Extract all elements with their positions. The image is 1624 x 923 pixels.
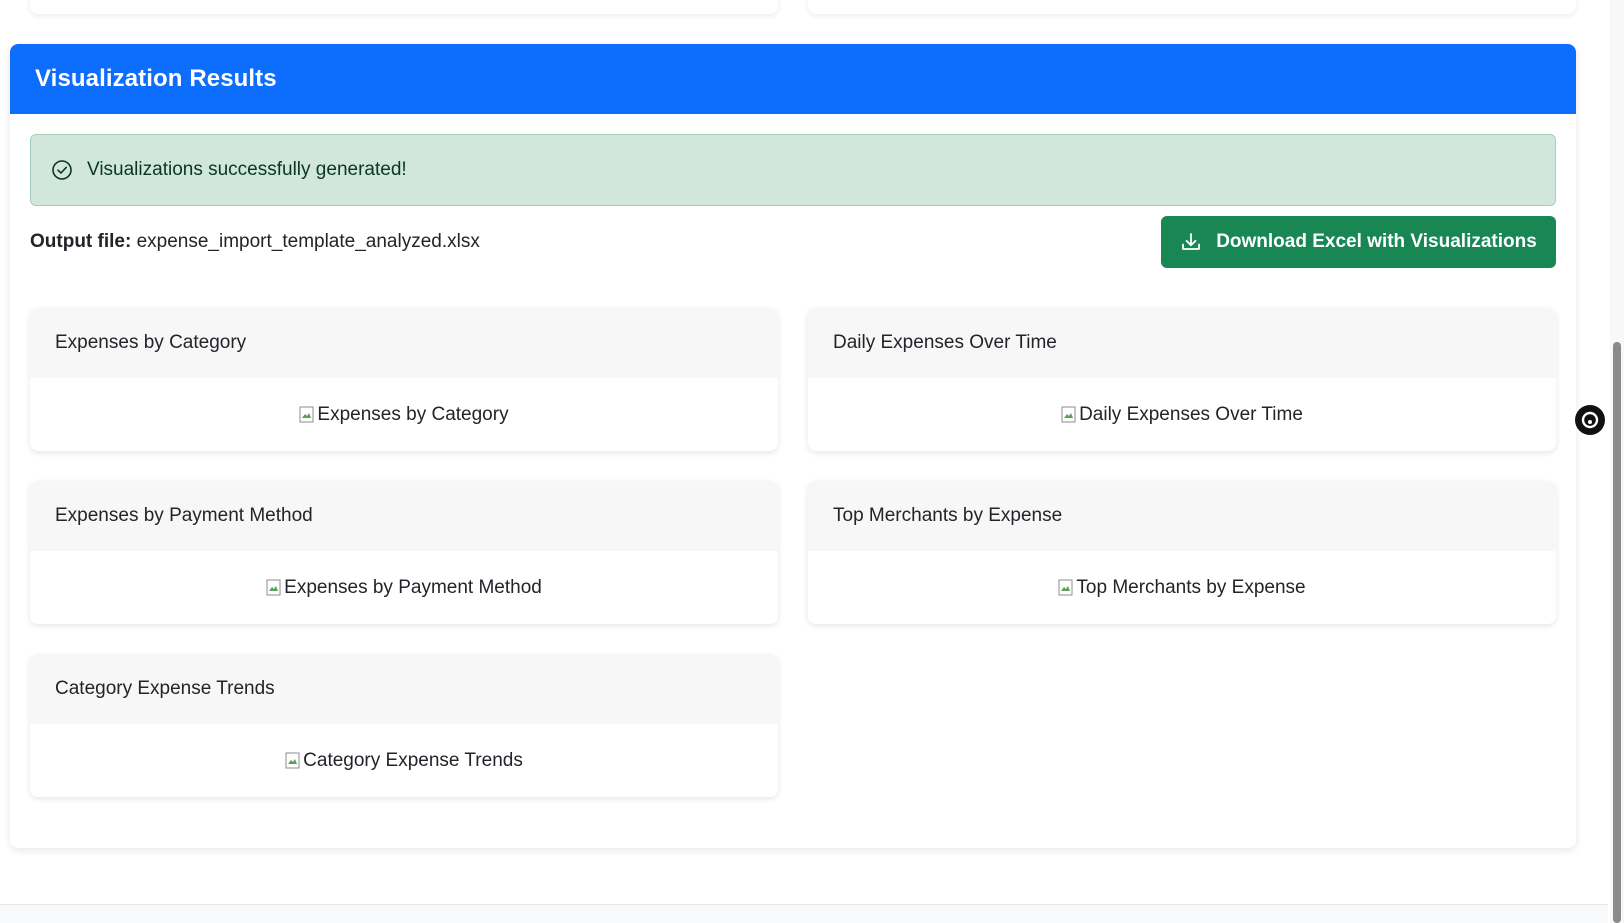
visualization-results-card: Visualization Results Visualizations suc… — [10, 44, 1576, 848]
results-body: Visualizations successfully generated! O… — [10, 114, 1576, 817]
viz-card-title: Daily Expenses Over Time — [808, 308, 1556, 378]
broken-image-icon — [1058, 579, 1074, 597]
viz-card-payment-method: Expenses by Payment Method Expenses by P… — [30, 481, 778, 624]
results-title: Visualization Results — [35, 65, 277, 92]
broken-image-icon — [266, 579, 282, 597]
results-header: Visualization Results — [10, 44, 1576, 114]
output-file-name: expense_import_template_analyzed.xlsx — [136, 231, 480, 252]
viz-card-title: Category Expense Trends — [30, 654, 778, 724]
chart-image-alt: Category Expense Trends — [303, 749, 523, 771]
chart-image-alt: Expenses by Payment Method — [284, 576, 542, 598]
chart-image-alt: Expenses by Category — [317, 403, 509, 425]
viz-card-daily-expenses: Daily Expenses Over Time Daily Expenses … — [808, 308, 1556, 451]
viz-card-body: Expenses by Category — [30, 378, 778, 451]
visualization-grid: Expenses by Category Expenses by Categor… — [30, 308, 1556, 797]
viz-card-body: Category Expense Trends — [30, 724, 778, 797]
viz-card-title: Top Merchants by Expense — [808, 481, 1556, 551]
download-icon — [1180, 231, 1202, 253]
output-file-label: Output file: — [30, 231, 132, 252]
chart-image-alt: Top Merchants by Expense — [1076, 576, 1306, 598]
viz-card-expenses-by-category: Expenses by Category Expenses by Categor… — [30, 308, 778, 451]
output-file-row: Output file: expense_import_template_ana… — [30, 206, 1556, 278]
broken-image-icon — [1061, 406, 1077, 424]
viz-card-body: Top Merchants by Expense — [808, 551, 1556, 624]
success-alert-text: Visualizations successfully generated! — [87, 159, 407, 180]
chart-image: Daily Expenses Over Time — [1061, 404, 1303, 426]
page: Visualization Results Visualizations suc… — [0, 0, 1624, 923]
viz-card-body: Daily Expenses Over Time — [808, 378, 1556, 451]
chart-image: Category Expense Trends — [285, 750, 523, 772]
broken-image-icon — [299, 406, 315, 424]
previous-card-left — [30, 0, 778, 14]
chart-image: Expenses by Category — [299, 403, 509, 426]
page-footer — [0, 904, 1608, 923]
download-excel-button[interactable]: Download Excel with Visualizations — [1161, 216, 1556, 268]
previous-card-right — [808, 0, 1576, 14]
download-excel-label: Download Excel with Visualizations — [1216, 231, 1537, 252]
success-alert: Visualizations successfully generated! — [30, 134, 1556, 206]
scrollbar[interactable] — [1610, 0, 1624, 923]
chart-image-alt: Daily Expenses Over Time — [1079, 403, 1303, 425]
viz-card-body: Expenses by Payment Method — [30, 551, 778, 624]
viz-card-category-trends: Category Expense Trends Category Expense… — [30, 654, 778, 797]
broken-image-icon — [285, 752, 301, 770]
chart-image: Expenses by Payment Method — [266, 577, 542, 599]
chart-image: Top Merchants by Expense — [1058, 576, 1306, 599]
scrollbar-thumb[interactable] — [1613, 342, 1621, 923]
viz-card-title: Expenses by Category — [30, 308, 778, 378]
chat-widget-icon[interactable] — [1575, 405, 1605, 435]
check-circle-icon — [51, 159, 73, 181]
viz-card-top-merchants: Top Merchants by Expense Top Merchants b… — [808, 481, 1556, 624]
viz-card-title: Expenses by Payment Method — [30, 481, 778, 551]
output-file: Output file: expense_import_template_ana… — [30, 231, 480, 253]
